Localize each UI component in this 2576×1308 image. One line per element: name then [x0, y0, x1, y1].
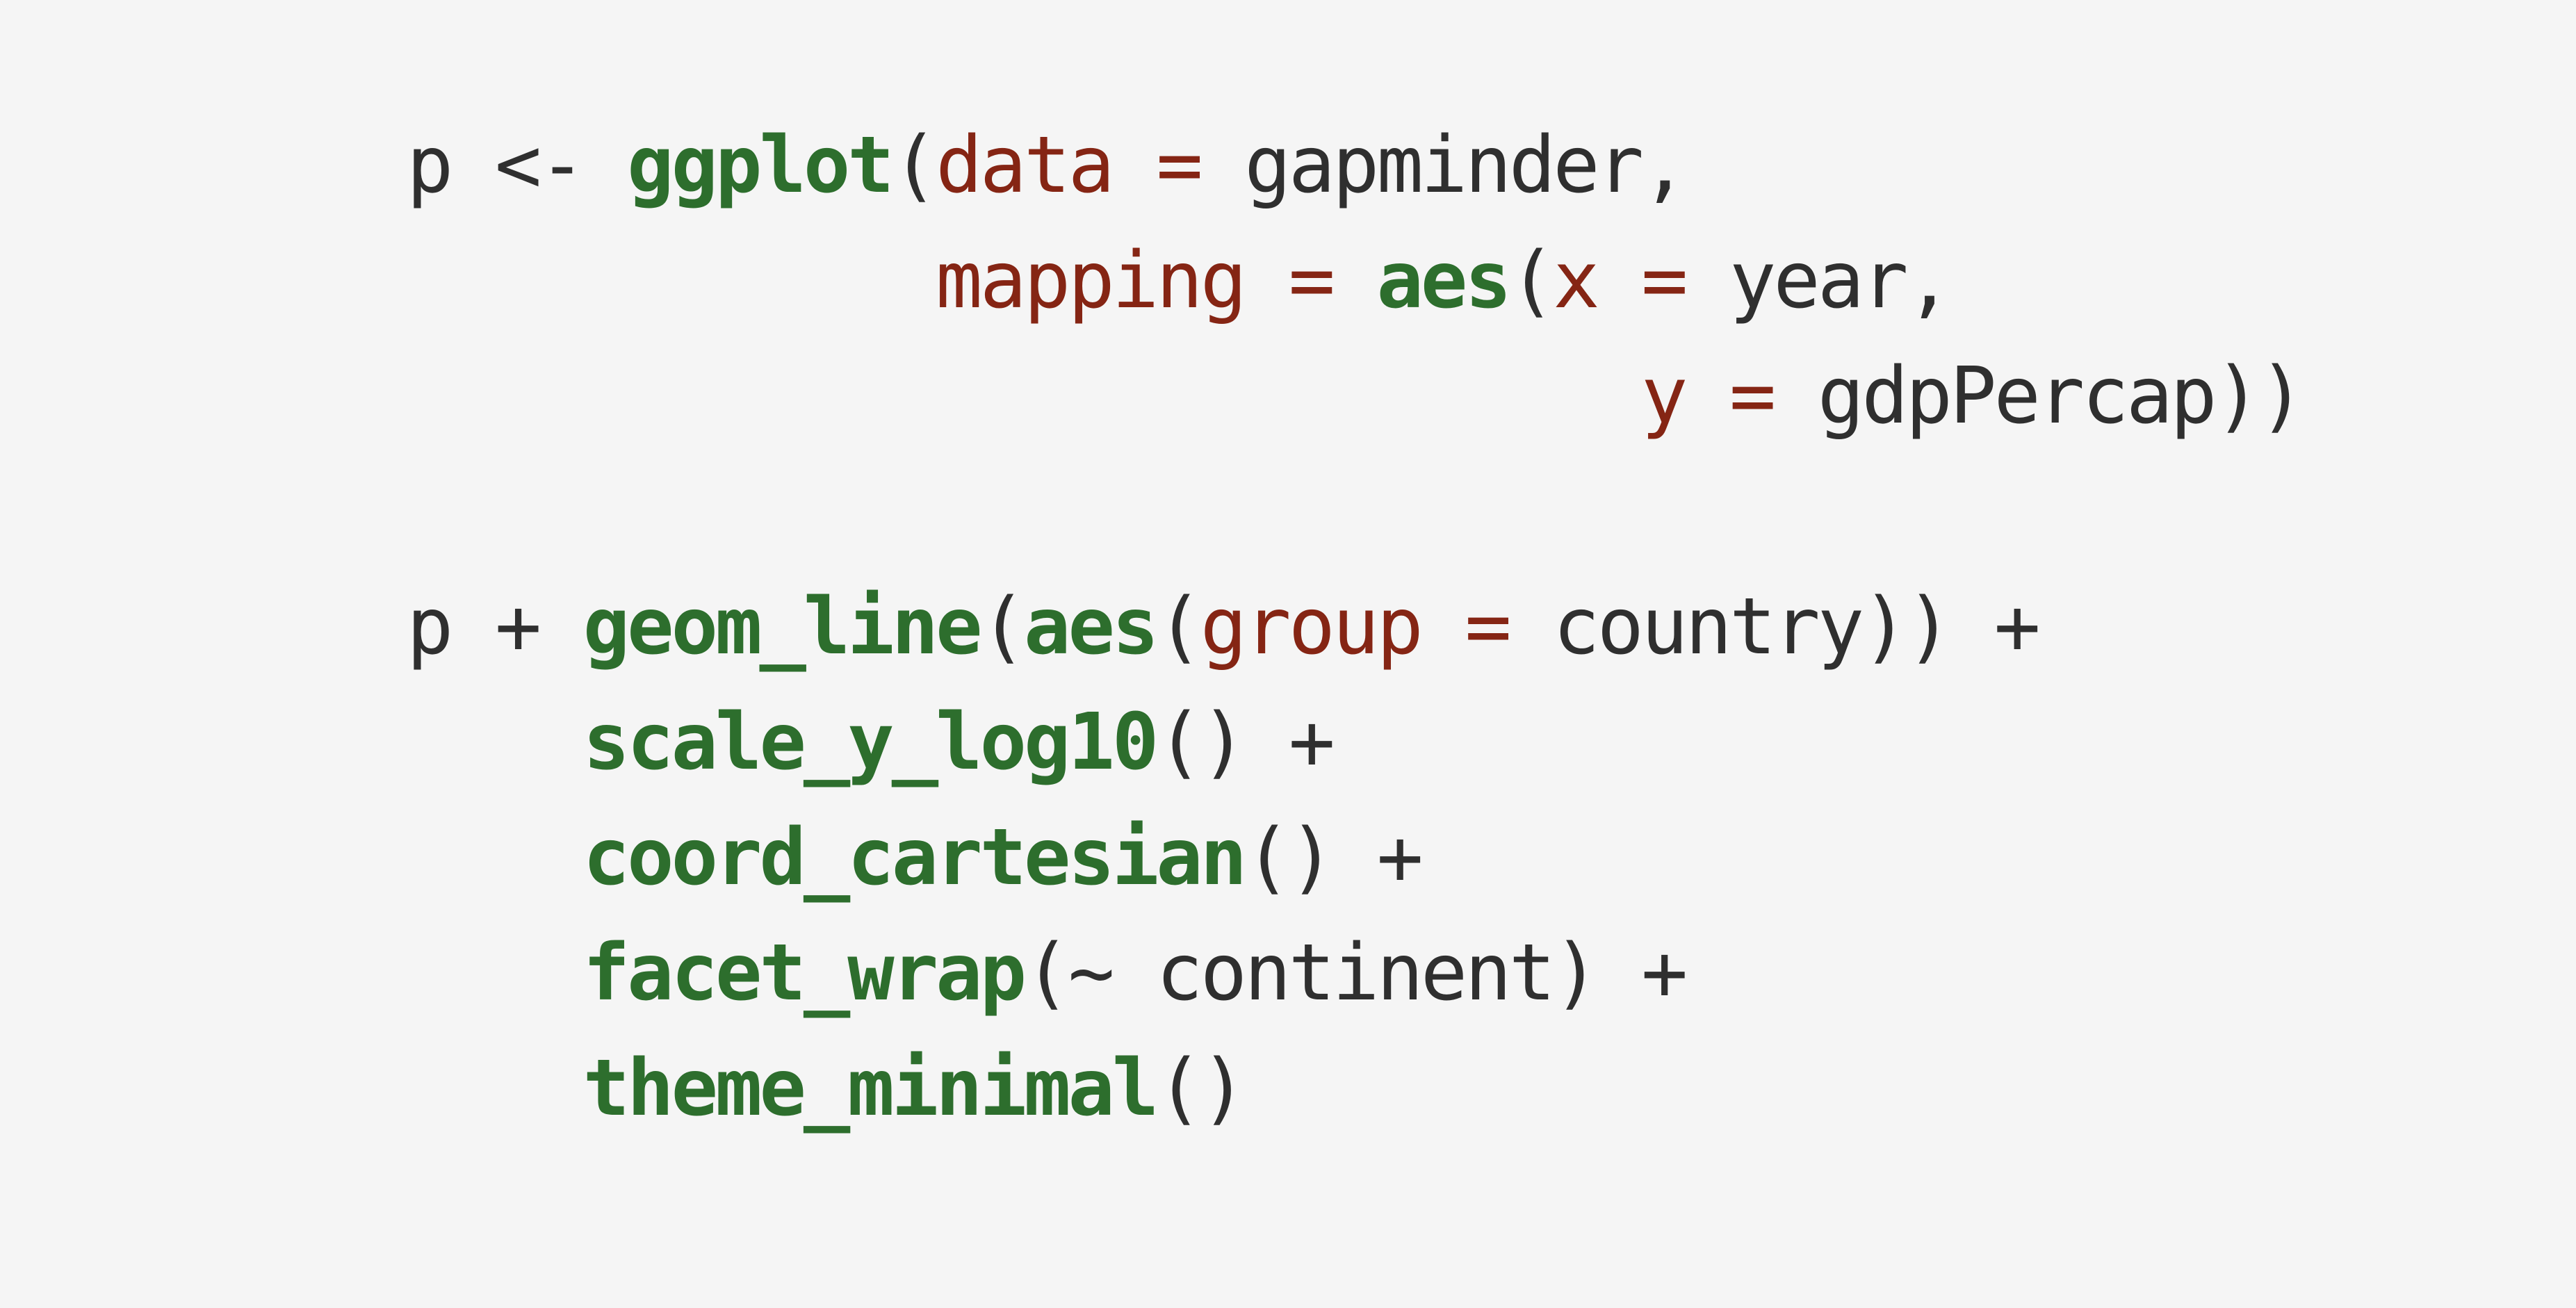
code-token-op: =: [1420, 582, 1554, 672]
code-line: scale_y_log10() +: [407, 685, 2303, 800]
code-token-fn: scale_y_log10: [582, 697, 1159, 787]
code-token-arg: data: [936, 120, 1115, 211]
code-token-op: =: [1685, 351, 1818, 441]
code-line: coord_cartesian() +: [407, 800, 2303, 915]
code-token-plain: (): [1156, 1043, 1247, 1134]
code-token-fn: geom_line: [582, 582, 983, 672]
code-line: mapping = aes(x = year,: [407, 223, 2303, 338]
code-token-plain: (: [1156, 582, 1203, 672]
code-token-op: =: [1111, 120, 1245, 211]
code-token-plain: (: [891, 120, 938, 211]
code-token-arg: y: [1641, 351, 1688, 441]
code-token-arg: mapping: [936, 236, 1247, 326]
code-line: p <- ggplot(data = gapminder,: [407, 108, 2303, 223]
code-token-plain: (~ continent) +: [1024, 928, 1688, 1018]
code-token-plain: gdpPercap)): [1817, 351, 2306, 441]
code-page: p <- ggplot(data = gapminder, mapping = …: [0, 0, 2576, 1308]
code-token-plain: () +: [1244, 812, 1424, 903]
code-token-plain: () +: [1156, 697, 1335, 787]
code-token-plain: (: [979, 582, 1027, 672]
code-token-plain: year,: [1729, 236, 1953, 326]
code-token-fn: facet_wrap: [582, 928, 1027, 1018]
code-line: p + geom_line(aes(group = country)) +: [407, 569, 2303, 685]
code-token-arg: group: [1200, 582, 1424, 672]
code-line: y = gdpPercap)): [407, 338, 2306, 454]
code-token-op: =: [1597, 236, 1729, 326]
code-line: facet_wrap(~ continent) +: [407, 915, 2303, 1031]
code-token-plain: p <-: [407, 120, 628, 211]
code-token-fn: coord_cartesian: [582, 812, 1247, 903]
code-token-op: =: [1244, 236, 1377, 326]
code-token-plain: country)) +: [1553, 582, 2041, 672]
code-token-plain: (: [1508, 236, 1556, 326]
code-token-fn: aes: [1024, 582, 1159, 672]
code-token-arg: x: [1553, 236, 1599, 326]
code-token-plain: p +: [407, 582, 583, 672]
code-token-fn: ggplot: [627, 120, 895, 211]
code-token-fn: theme_minimal: [582, 1043, 1159, 1134]
code-block: p <- ggplot(data = gapminder, mapping = …: [407, 108, 2306, 1146]
code-line: theme_minimal(): [407, 1031, 2303, 1146]
code-token-fn: aes: [1376, 236, 1511, 326]
code-token-plain: gapminder,: [1244, 120, 1688, 211]
